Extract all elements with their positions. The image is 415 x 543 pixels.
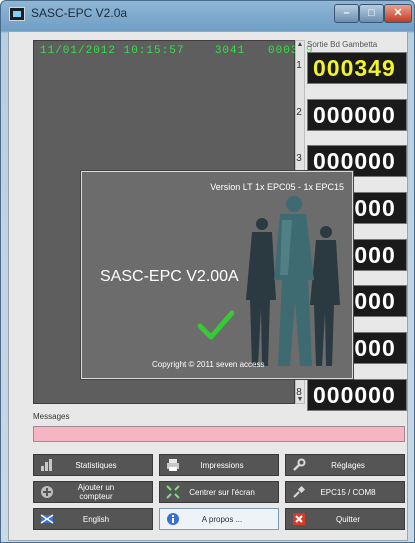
connector-icon: [292, 485, 306, 499]
ajouter-compteur-label: Ajouter un compteur: [77, 483, 115, 501]
bar-chart-icon: [40, 458, 54, 472]
centrer-label: Centrer sur l'écran: [189, 487, 255, 497]
counter-header-label: Sortie Bd Gambetta: [307, 40, 378, 49]
a-propos-button[interactable]: A propos ...: [159, 508, 279, 530]
client-area: 11/01/2012 10:15:57 3041 000349 ▲ ▼ Sort…: [8, 31, 408, 541]
messages-label: Messages: [33, 412, 70, 421]
checkmark-icon: [197, 310, 235, 345]
quitter-button[interactable]: Quitter: [285, 508, 405, 530]
walking-people-image: [240, 190, 350, 375]
statistiques-button[interactable]: Statistiques: [33, 454, 153, 476]
counter-row: 8 000000: [289, 379, 409, 411]
a-propos-label: A propos ...: [201, 514, 243, 524]
counter-value: 000349: [307, 52, 407, 84]
epc-com-label: EPC15 / COM8: [320, 487, 376, 497]
splash-copyright: Copyright © 2011 seven access: [152, 360, 265, 369]
english-button[interactable]: English: [33, 508, 153, 530]
ajouter-compteur-button[interactable]: Ajouter un compteur: [33, 481, 153, 503]
status-line: 11/01/2012 10:15:57 3041 000349: [40, 45, 314, 57]
wrench-icon: [292, 458, 306, 472]
window-title: SASC-EPC V2.0a: [31, 6, 128, 20]
scroll-up-icon[interactable]: ▲: [296, 41, 304, 48]
printer-icon: [166, 458, 180, 472]
statistiques-label: Statistiques: [75, 460, 117, 470]
splash-title: SASC-EPC V2.00A: [100, 268, 239, 285]
counter-index: 3: [296, 153, 302, 164]
close-button[interactable]: ✕: [384, 4, 412, 23]
app-icon[interactable]: [9, 7, 25, 21]
english-label: English: [82, 514, 110, 524]
counter-index: 1: [296, 60, 302, 71]
reglages-button[interactable]: Réglages: [285, 454, 405, 476]
info-icon: [166, 512, 180, 526]
reglages-label: Réglages: [331, 460, 365, 470]
counter-index: 2: [296, 107, 302, 118]
messages-field[interactable]: [33, 426, 405, 442]
epc-com-button[interactable]: EPC15 / COM8: [285, 481, 405, 503]
center-arrows-icon: [166, 485, 180, 499]
counter-index: 8: [296, 387, 302, 398]
about-splash[interactable]: Version LT 1x EPC05 - 1x EPC15 SASC-EPC …: [81, 171, 353, 379]
title-bar[interactable]: SASC-EPC V2.0a – □ ✕: [1, 1, 414, 29]
counter-value: 000000: [307, 99, 407, 131]
counter-row: 2 000000: [289, 99, 409, 131]
app-window: SASC-EPC V2.0a – □ ✕ 11/01/2012 10:15:57…: [0, 0, 415, 543]
maximize-button[interactable]: □: [359, 4, 384, 23]
centrer-button[interactable]: Centrer sur l'écran: [159, 481, 279, 503]
impressions-label: Impressions: [200, 460, 244, 470]
exit-icon: [292, 512, 306, 526]
impressions-button[interactable]: Impressions: [159, 454, 279, 476]
language-icon: [40, 512, 54, 526]
minimize-button[interactable]: –: [334, 4, 359, 23]
counter-value: 000000: [307, 379, 407, 411]
counter-row: 1 000349: [289, 52, 409, 84]
plus-circle-icon: [40, 485, 54, 499]
quitter-label: Quitter: [335, 514, 360, 524]
